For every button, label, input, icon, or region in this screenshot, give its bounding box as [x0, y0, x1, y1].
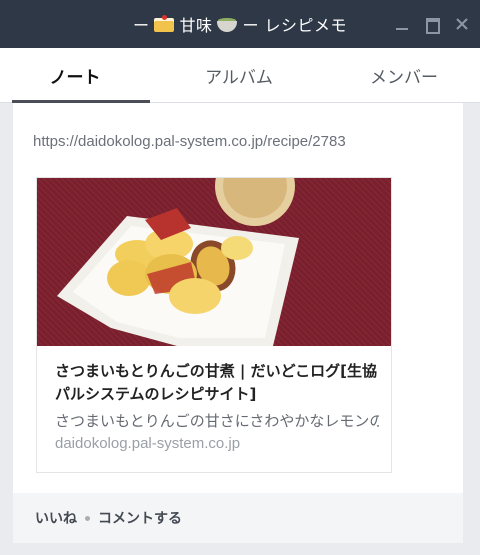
title-prefix: ー [132, 16, 150, 35]
link-preview-card[interactable]: さつまいもとりんごの甘煮 | だいどこログ[生協パルシステムのレシピサイト] さ… [36, 177, 392, 473]
tea-bowl-icon [216, 15, 238, 33]
post-url[interactable]: https://daidokolog.pal-system.co.jp/reci… [33, 133, 346, 150]
app-window: ー 甘味 ー レシピメモ ノート アルバム メンバー https://daido… [0, 0, 480, 555]
card-domain: daidokolog.pal-system.co.jp [55, 435, 241, 452]
minimize-icon[interactable] [394, 16, 410, 32]
window-controls [394, 0, 470, 48]
tab-bar: ノート アルバム メンバー [0, 48, 480, 103]
tab-album-label: アルバム [205, 67, 273, 88]
title-suffix: ー レシピメモ [242, 16, 348, 35]
tab-album[interactable]: アルバム [150, 48, 328, 102]
card-description: さつまいもとりんごの甘さにさわやかなレモンの風... [55, 412, 379, 430]
tab-note[interactable]: ノート [0, 48, 150, 103]
card-title: さつまいもとりんごの甘煮 | だいどこログ[生協パルシステムのレシピサイト] [55, 362, 378, 403]
note-post: https://daidokolog.pal-system.co.jp/reci… [13, 103, 463, 543]
separator-dot [85, 515, 90, 521]
tab-note-label: ノート [49, 67, 101, 88]
title-bar: ー 甘味 ー レシピメモ [0, 0, 480, 48]
tab-members[interactable]: メンバー [328, 48, 480, 102]
recipe-thumbnail [37, 178, 391, 346]
cake-icon [153, 15, 175, 33]
comment-button[interactable]: コメントする [98, 508, 182, 528]
title-main: 甘味 [179, 16, 213, 35]
maximize-icon[interactable] [424, 16, 440, 34]
like-button[interactable]: いいね [35, 508, 77, 528]
close-icon[interactable] [454, 16, 470, 32]
post-actions: いいね コメントする [13, 493, 463, 543]
tab-members-label: メンバー [370, 67, 438, 88]
